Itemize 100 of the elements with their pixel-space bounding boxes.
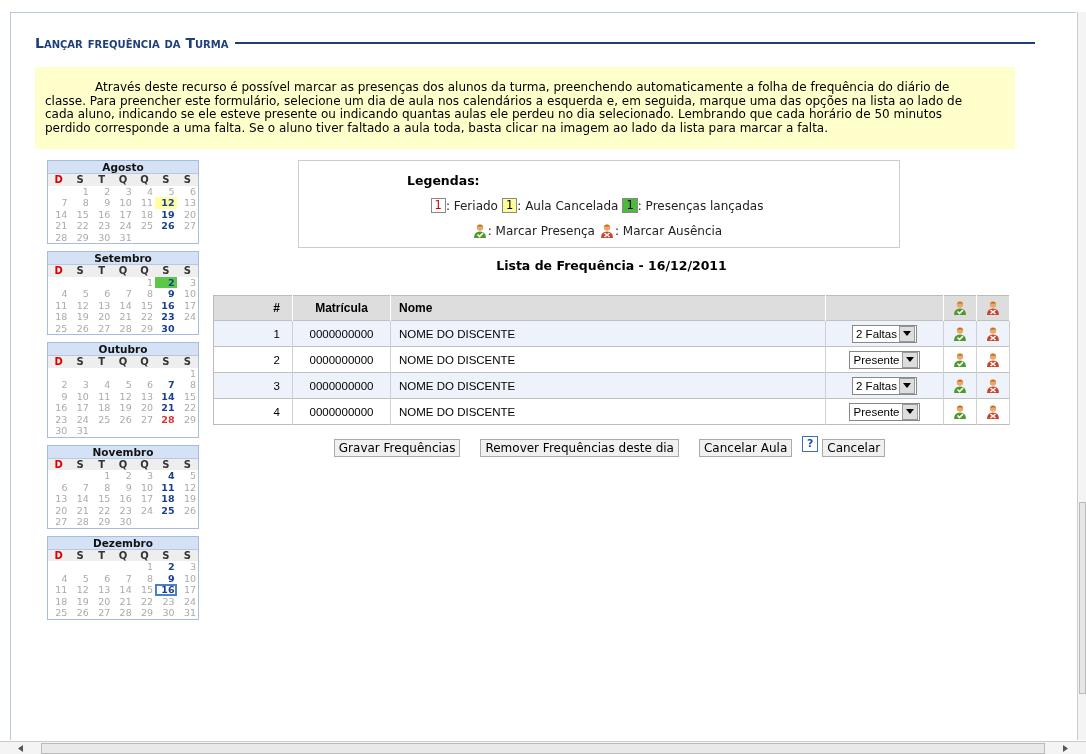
calendar-day[interactable]: 27 [48,516,70,528]
calendar-day[interactable]: 12 [155,197,177,209]
calendar-day[interactable]: 18 [133,208,156,220]
calendar-day[interactable]: 1 [90,470,113,482]
scroll-left-icon[interactable] [18,744,23,752]
calendar-day[interactable]: 21 [112,311,134,323]
calendar-day[interactable]: 29 [176,413,198,425]
action-button[interactable]: Cancelar [822,439,886,457]
calendar-day[interactable]: 14 [112,299,134,311]
calendar-day[interactable]: 8 [90,481,113,493]
calendar-day[interactable]: 21 [112,595,134,607]
calendar-day[interactable]: 20 [176,208,198,220]
attendance-dropdown[interactable]: 2 Faltas [852,324,917,343]
calendar-day[interactable]: 25 [155,504,177,516]
calendar-day[interactable]: 29 [90,516,113,528]
calendar-day[interactable]: 4 [90,379,113,391]
calendar-day[interactable]: 4 [133,185,156,197]
calendar-day[interactable]: 27 [90,607,113,619]
calendar-day[interactable]: 30 [48,425,70,437]
calendar-day[interactable]: 7 [48,197,70,209]
calendar-day[interactable]: 19 [69,311,91,323]
calendar-day[interactable]: 30 [155,607,177,619]
calendar-day[interactable]: 23 [112,504,134,516]
calendar-day[interactable]: 21 [48,220,70,232]
calendar-day[interactable]: 26 [155,220,177,232]
calendar-day[interactable]: 14 [155,390,177,402]
calendar-day[interactable]: 14 [48,208,70,220]
calendar-day[interactable]: 19 [69,595,91,607]
calendar-day[interactable]: 18 [155,493,177,505]
calendar-day[interactable]: 22 [90,504,113,516]
calendar-day[interactable]: 11 [133,197,156,209]
calendar-day[interactable]: 31 [176,607,198,619]
calendar-day[interactable]: 11 [48,299,70,311]
calendar-day[interactable]: 26 [176,504,198,516]
calendar-day[interactable]: 10 [69,390,91,402]
calendar-day[interactable]: 22 [176,402,198,414]
calendar-day[interactable]: 5 [112,379,134,391]
calendar-day[interactable]: 3 [176,276,198,288]
person-check-icon[interactable] [952,377,968,394]
calendar-day[interactable]: 9 [155,288,177,300]
calendar-day[interactable]: 8 [69,197,91,209]
calendar-day[interactable]: 20 [133,402,156,414]
person-cross-icon[interactable] [985,325,1001,342]
calendar-day[interactable]: 13 [48,493,70,505]
attendance-dropdown[interactable]: Presente [849,402,920,421]
calendar-day[interactable]: 12 [112,390,134,402]
calendar-day[interactable]: 9 [112,481,134,493]
person-cross-icon[interactable] [985,377,1001,394]
calendar-day[interactable]: 31 [69,425,91,437]
person-cross-icon[interactable] [598,223,615,239]
calendar-day[interactable]: 16 [155,299,177,311]
calendar-day[interactable]: 15 [90,493,113,505]
calendar-day[interactable]: 25 [133,220,156,232]
calendar-day[interactable]: 9 [90,197,113,209]
calendar-day[interactable]: 5 [69,288,91,300]
calendar-day[interactable]: 19 [176,493,198,505]
calendar-day[interactable]: 12 [69,584,91,596]
calendar-day[interactable]: 8 [133,288,156,300]
calendar-day[interactable]: 27 [133,413,156,425]
person-cross-icon[interactable] [985,351,1001,368]
calendar-day[interactable]: 14 [112,584,134,596]
calendar-day[interactable]: 4 [48,572,70,584]
calendar-day[interactable]: 29 [133,322,156,334]
calendar-day[interactable]: 15 [133,584,156,596]
calendar-day[interactable]: 5 [69,572,91,584]
calendar-day[interactable]: 7 [69,481,91,493]
calendar-day[interactable]: 23 [155,595,177,607]
person-cross-icon[interactable] [985,300,1001,316]
calendar-day[interactable]: 17 [69,402,91,414]
calendar-day[interactable]: 23 [155,311,177,323]
calendar-day[interactable]: 17 [176,299,198,311]
calendar-day[interactable]: 11 [48,584,70,596]
action-button[interactable]: Cancelar Aula [699,439,793,457]
calendar-day[interactable]: 16 [48,402,70,414]
calendar-day[interactable]: 10 [176,572,198,584]
calendar-day[interactable]: 9 [155,572,177,584]
calendar-day[interactable]: 2 [90,185,113,197]
calendar-day[interactable]: 24 [133,504,156,516]
calendar-day[interactable]: 23 [90,220,113,232]
person-check-icon[interactable] [952,300,968,316]
calendar-day[interactable]: 25 [48,322,70,334]
calendar-day[interactable]: 18 [90,402,113,414]
calendar-day[interactable]: 29 [69,231,91,243]
calendar-day[interactable]: 29 [133,607,156,619]
calendar-day[interactable]: 20 [90,595,113,607]
calendar-day[interactable]: 19 [155,208,177,220]
calendar-day[interactable]: 16 [90,208,113,220]
calendar-day[interactable]: 7 [112,288,134,300]
calendar-day[interactable]: 23 [48,413,70,425]
calendar-day[interactable]: 18 [48,595,70,607]
calendar-day[interactable]: 31 [112,231,134,243]
calendar-day[interactable]: 7 [155,379,177,391]
calendar-day[interactable]: 28 [155,413,177,425]
calendar-day[interactable]: 13 [90,299,113,311]
calendar-day[interactable]: 5 [155,185,177,197]
calendar-day[interactable]: 8 [176,379,198,391]
calendar-day[interactable]: 2 [112,470,134,482]
person-check-icon[interactable] [952,403,968,420]
calendar-day[interactable]: 6 [90,572,113,584]
calendar-day[interactable]: 12 [69,299,91,311]
